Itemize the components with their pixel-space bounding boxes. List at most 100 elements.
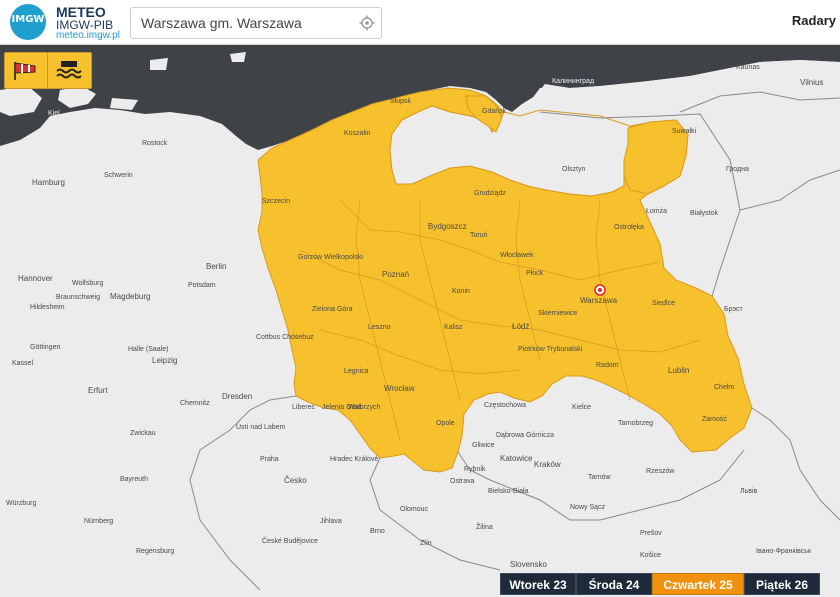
city-label: Siedlce [652,300,675,307]
wind-warning-button[interactable] [5,53,48,88]
day-tab-tuesday[interactable]: Wtorek 23 [500,573,576,595]
city-label: Dąbrowa Górnicza [496,432,554,439]
city-label: Suwałki [672,128,697,135]
city-label: Göttingen [30,344,61,351]
city-label: Zamość [702,416,727,423]
city-label: Toruń [470,232,488,239]
warning-type-toolbar [4,52,92,89]
city-label: Hradec Králové [330,456,379,463]
city-label: Bayreuth [120,476,149,483]
city-label: Wrocław [384,384,415,393]
city-label: Radom [596,362,619,369]
city-label: Łomża [646,208,668,215]
city-label: Poznań [382,270,410,279]
city-label: Jihlava [320,518,342,525]
city-label: Kraków [534,460,561,469]
city-label: Bydgoszcz [428,222,467,231]
city-label: Lublin [668,366,690,375]
city-label: Berlin [206,262,227,271]
imgw-logo-icon[interactable]: IMGW [10,4,46,40]
city-label: Kiel [48,110,60,117]
city-label: Liberec [292,404,315,411]
city-label: Žilina [476,524,493,531]
city-label: Włocławek [500,252,534,259]
city-label: Tarnobrzeg [618,420,654,427]
city-label: Wolfsburg [72,280,104,287]
city-label: Zwickau [130,430,156,437]
city-label: Kielce [572,404,592,411]
city-label: Potsdam [188,282,216,289]
city-label: Opole [436,420,455,427]
city-label: Prešov [640,530,662,537]
city-label: Olomouc [400,506,429,513]
city-label: Praha [260,456,279,463]
windsock-icon [14,62,36,80]
city-label: Košice [640,552,662,559]
city-label: Bielsko-Biała [488,488,529,495]
city-label: Słupsk [390,98,412,105]
city-label: Gliwice [472,442,495,449]
city-label: Leszno [368,324,391,331]
city-label: Гродна [726,166,749,173]
logo-badge-text: IMGW [11,14,45,25]
city-label: Olsztyn [562,166,586,173]
flood-waves-icon [56,61,82,79]
city-label: Hildesheim [30,304,65,311]
city-label: Zielona Góra [312,306,353,313]
city-label: Kaunas [736,64,760,71]
warning-map[interactable] [0,44,840,597]
island [150,58,168,70]
city-label: Hamburg [32,178,65,187]
country-label: Česko [284,476,307,485]
city-label: Ústí nad Labem [236,424,286,431]
day-tab-wednesday[interactable]: Środa 24 [576,573,652,595]
search-value: Warszawa gm. Warszawa [141,15,302,31]
city-label: Skierniewice [538,310,578,317]
flood-warning-button[interactable] [48,53,90,88]
city-label: Vilnius [800,78,824,87]
location-search-input[interactable]: Warszawa gm. Warszawa [130,7,382,39]
city-label: Zlín [420,540,432,547]
city-label: Katowice [500,454,533,463]
city-label: Rostock [142,140,168,147]
city-label: Schwerin [104,172,133,179]
city-label: Częstochowa [484,402,527,409]
city-label: Cottbus Chóśebuz [256,334,314,341]
city-label: České Budějovice [262,538,319,545]
top-header: IMGW METEO IMGW-PIB meteo.imgw.pl Warsza… [0,0,840,45]
city-label: Львів [740,488,758,495]
city-label: Piotrków Trybunalski [518,346,583,353]
city-label: Kassel [12,360,34,367]
city-label: Braunschweig [56,294,100,301]
day-tab-thursday[interactable]: Czwartek 25 [652,573,744,595]
city-label: Rybnik [464,466,486,473]
city-label: Warszawa [580,296,618,305]
city-label: Grudziądz [474,190,506,197]
city-label: Kalisz [444,324,463,331]
city-label: Tarnów [588,474,611,481]
radars-link[interactable]: Radary [792,13,836,28]
city-label: Nürnberg [84,518,114,525]
city-label: Łódź [512,322,530,331]
city-label: Nowy Sącz [570,504,606,511]
day-tab-friday[interactable]: Piątek 26 [744,573,820,595]
city-label: Dresden [222,392,253,401]
city-label: Івано-Франківськ [756,548,812,555]
city-label: Rzeszów [646,468,675,475]
city-label: Legnica [344,368,369,375]
city-label: Chemnitz [180,400,210,407]
city-label: Brno [370,528,385,535]
city-label: Regensburg [136,548,175,555]
logo-url[interactable]: meteo.imgw.pl [56,30,120,41]
city-label: Брэст [724,306,743,313]
city-label: Jelenia Góra [322,404,362,411]
city-label: Würzburg [6,500,37,507]
city-label: Płock [526,270,544,277]
city-label: Białystok [690,210,719,217]
country-label: Slovensko [510,560,547,569]
crosshair-location-icon[interactable] [359,15,375,31]
city-label: Konin [452,288,470,295]
city-label: Калининград [552,78,595,85]
city-label: Szczecin [262,198,291,205]
city-label: Magdeburg [110,292,151,301]
